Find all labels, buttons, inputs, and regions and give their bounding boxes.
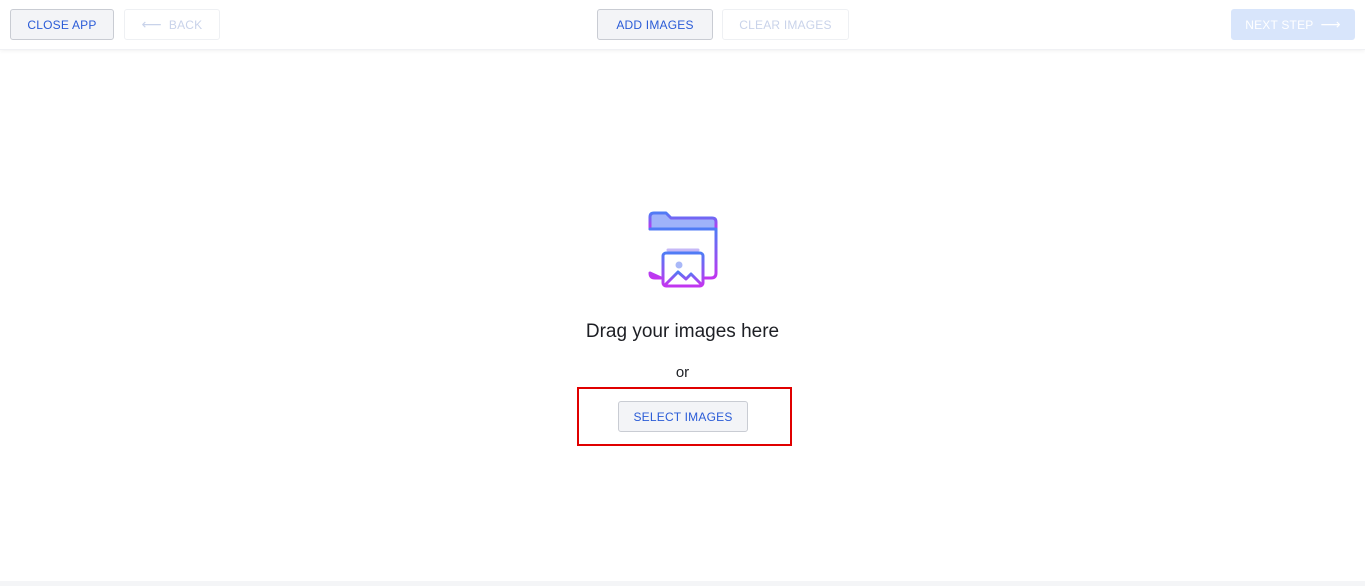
bottom-strip bbox=[0, 581, 1365, 586]
folder-image-icon bbox=[648, 211, 718, 288]
top-toolbar: CLOSE APP ⟵ BACK ADD IMAGES CLEAR IMAGES… bbox=[0, 0, 1365, 50]
arrow-right-icon: ⟶ bbox=[1320, 16, 1341, 32]
image-drop-zone[interactable]: Drag your images here or SELECT IMAGES bbox=[0, 49, 1365, 581]
drag-instructions: Drag your images here bbox=[585, 321, 780, 342]
add-images-button[interactable]: ADD IMAGES bbox=[597, 9, 713, 40]
clear-images-button[interactable]: CLEAR IMAGES bbox=[722, 9, 849, 40]
add-images-label: ADD IMAGES bbox=[616, 17, 694, 32]
close-app-button[interactable]: CLOSE APP bbox=[10, 9, 114, 40]
arrow-left-icon: ⟵ bbox=[141, 16, 162, 32]
back-label: BACK bbox=[168, 17, 203, 32]
select-images-button[interactable]: SELECT IMAGES bbox=[618, 401, 748, 432]
back-button[interactable]: ⟵ BACK bbox=[124, 9, 220, 40]
close-app-label: CLOSE APP bbox=[27, 17, 97, 32]
or-separator: or bbox=[675, 364, 690, 381]
next-step-button[interactable]: NEXT STEP ⟶ bbox=[1231, 9, 1355, 40]
app-window: CLOSE APP ⟵ BACK ADD IMAGES CLEAR IMAGES… bbox=[0, 0, 1365, 586]
clear-images-label: CLEAR IMAGES bbox=[739, 17, 832, 32]
next-step-label: NEXT STEP bbox=[1245, 17, 1314, 32]
select-images-label: SELECT IMAGES bbox=[633, 409, 733, 424]
